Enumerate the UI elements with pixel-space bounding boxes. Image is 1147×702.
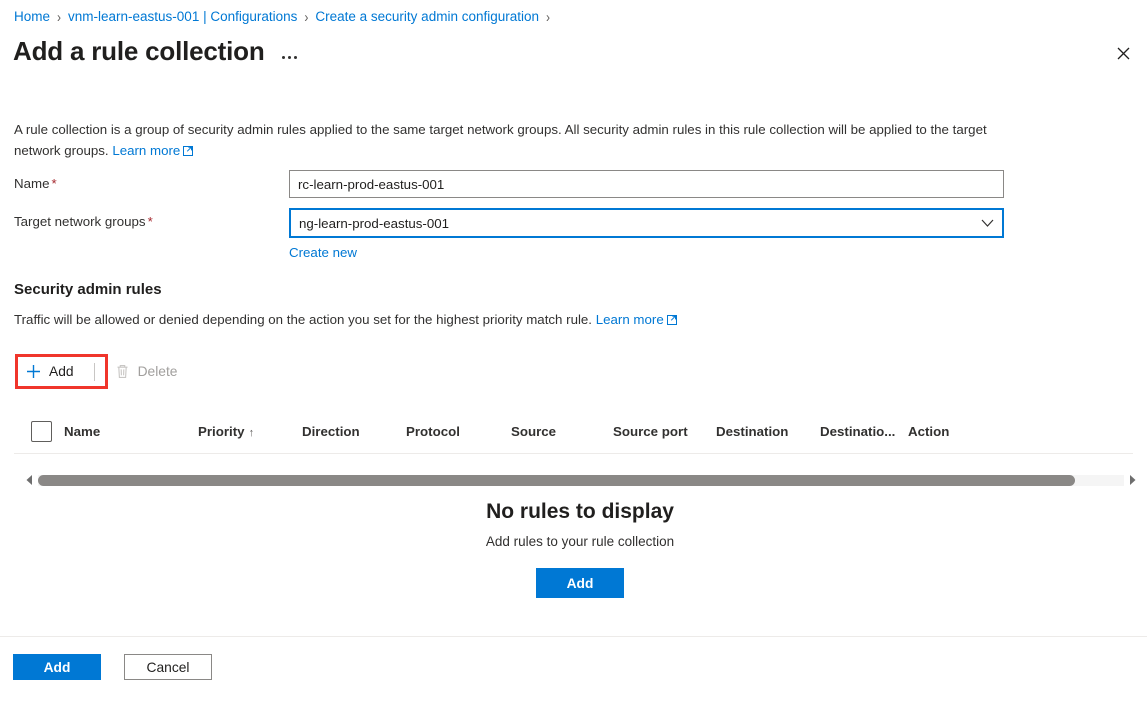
target-network-groups-dropdown[interactable]: ng-learn-prod-eastus-001 — [289, 208, 1004, 238]
footer-divider — [0, 636, 1147, 637]
delete-rule-button-label: Delete — [137, 364, 178, 379]
field-target-network-groups: Target network groups * ng-learn-prod-eas… — [14, 208, 1004, 260]
plus-icon — [27, 365, 40, 378]
security-admin-rules-heading: Security admin rules — [14, 281, 162, 298]
column-header-name[interactable]: Name — [64, 424, 198, 439]
target-network-groups-value: ng-learn-prod-eastus-001 — [299, 215, 450, 231]
column-header-priority[interactable]: Priority ↑ — [198, 424, 302, 439]
column-header-source-port[interactable]: Source port — [613, 424, 716, 439]
external-link-icon — [666, 315, 677, 325]
trash-icon — [117, 365, 128, 378]
empty-state-add-button[interactable]: Add — [536, 568, 624, 598]
breadcrumb: Home › vnm-learn-eastus-001 | Configurat… — [14, 8, 551, 26]
empty-state-title: No rules to display — [486, 500, 674, 523]
empty-state-subtitle: Add rules to your rule collection — [485, 534, 675, 549]
required-asterisk: * — [51, 176, 57, 191]
command-bar-divider — [93, 362, 95, 381]
delete-rule-button[interactable]: Delete — [103, 355, 190, 388]
section-description-text: Traffic will be allowed or denied depend… — [14, 312, 593, 327]
sort-ascending-icon: ↑ — [248, 427, 255, 439]
section-learn-more-link[interactable]: Learn more — [596, 312, 678, 327]
add-rule-button[interactable]: Add — [14, 355, 86, 388]
intro-learn-more-link[interactable]: Learn more — [112, 143, 194, 158]
add-rule-collection-blade: Home › vnm-learn-eastus-001 | Configurat… — [0, 0, 1147, 702]
rules-empty-state: No rules to display Add rules to your ru… — [0, 500, 1147, 598]
required-asterisk: * — [147, 214, 153, 229]
add-rule-button-label: Add — [49, 364, 74, 379]
rules-table-horizontal-scrollbar[interactable] — [25, 472, 1137, 488]
create-new-link[interactable]: Create new — [289, 245, 357, 260]
breadcrumb-item-home[interactable]: Home — [14, 9, 50, 25]
breadcrumb-item-create-security-admin-configuration[interactable]: Create a security admin configuration — [315, 9, 539, 25]
footer-cancel-button[interactable]: Cancel — [124, 654, 212, 680]
breadcrumb-separator-icon: › — [304, 8, 309, 26]
page-title-row: Add a rule collection — [13, 36, 300, 67]
more-options-icon[interactable] — [279, 50, 300, 64]
rules-table: Name Priority ↑ Direction Protocol Source… — [14, 410, 1133, 454]
column-header-protocol[interactable]: Protocol — [406, 424, 511, 439]
column-header-action[interactable]: Action — [908, 424, 988, 439]
breadcrumb-item-configurations[interactable]: vnm-learn-eastus-001 | Configurations — [68, 9, 297, 25]
page-title: Add a rule collection — [13, 36, 265, 66]
name-input[interactable] — [289, 170, 1004, 198]
field-name: Name * — [14, 170, 1004, 198]
security-admin-rules-description: Traffic will be allowed or denied depend… — [14, 312, 678, 327]
target-network-groups-label: Target network groups * — [14, 214, 153, 229]
external-link-icon — [183, 146, 194, 156]
rules-command-bar: Add Delete — [14, 355, 189, 388]
breadcrumb-separator-icon: › — [546, 8, 551, 26]
close-icon — [1117, 47, 1129, 59]
column-header-destination[interactable]: Destination — [716, 424, 820, 439]
intro-description: A rule collection is a group of security… — [14, 119, 1009, 161]
select-all-checkbox[interactable] — [31, 421, 52, 442]
column-header-direction[interactable]: Direction — [302, 424, 406, 439]
scrollbar-thumb[interactable] — [38, 474, 1076, 486]
chevron-down-icon — [981, 219, 994, 227]
name-label: Name * — [14, 176, 57, 191]
scroll-left-arrow-icon[interactable] — [25, 475, 34, 485]
column-header-destination-port[interactable]: Destinatio... — [820, 424, 908, 439]
close-button[interactable] — [1107, 37, 1139, 69]
scrollbar-track[interactable] — [38, 474, 1124, 486]
column-header-source[interactable]: Source — [511, 424, 613, 439]
rules-table-header-row: Name Priority ↑ Direction Protocol Source… — [14, 410, 1133, 454]
blade-footer: Add Cancel — [13, 654, 212, 680]
scroll-right-arrow-icon[interactable] — [1128, 475, 1137, 485]
footer-add-button[interactable]: Add — [13, 654, 101, 680]
breadcrumb-separator-icon: › — [57, 8, 62, 26]
